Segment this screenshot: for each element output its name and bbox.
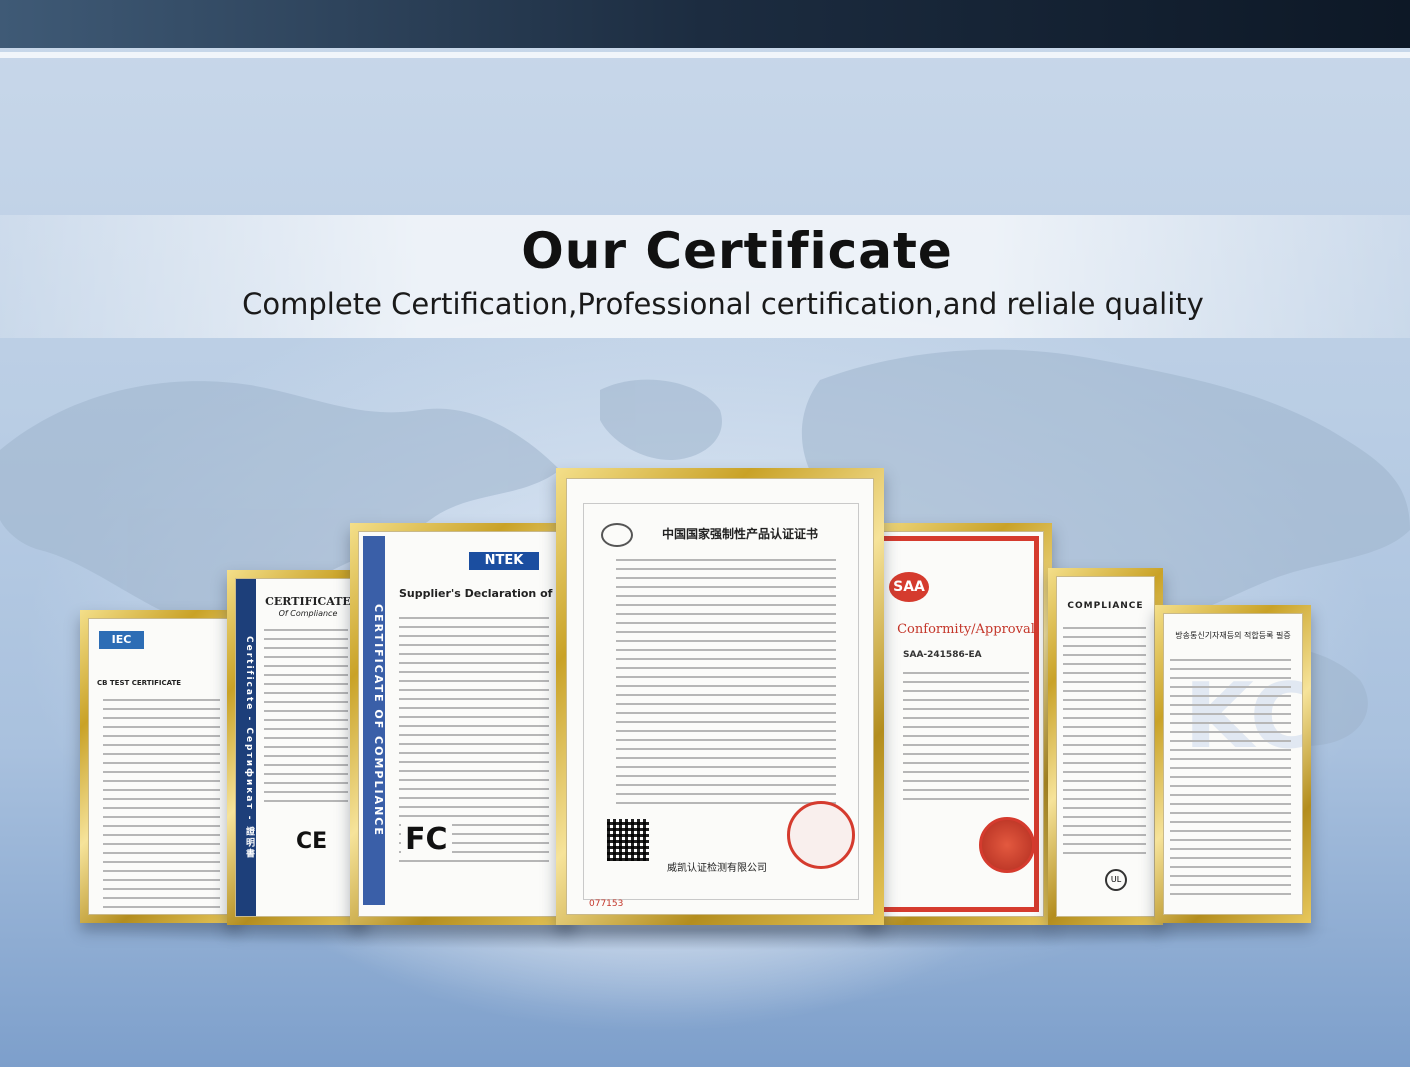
certificate-subheading: Of Compliance	[278, 609, 338, 618]
certificate-saa: SAA Conformity/Approval SAA-241586-EA	[868, 531, 1044, 917]
certificate-text-lines	[1170, 659, 1291, 902]
certificate-heading: 中国国家强制性产品认证证书	[661, 527, 818, 541]
ce-mark-icon: CE	[296, 829, 328, 854]
certificate-text-lines	[103, 699, 220, 914]
certificate-serial: 077153	[589, 899, 624, 909]
certificate-heading: CERTIFICATE	[265, 595, 351, 608]
certificate-ce: Certificate - Сертификат - 證明書 CERTIFICA…	[235, 578, 359, 917]
certificate-heading: Supplier's Declaration of Conformity	[399, 587, 566, 600]
certificate-fcc: CERTIFICATE OF COMPLIANCE NTEK Supplier'…	[358, 531, 567, 917]
fcc-logo-icon: FC	[401, 822, 452, 857]
certificate-frame-fcc[interactable]: CERTIFICATE OF COMPLIANCE NTEK Supplier'…	[350, 523, 575, 925]
certificate-side-band: Certificate - Сертификат - 證明書	[236, 579, 256, 916]
top-divider	[0, 52, 1410, 58]
certificate-heading: COMPLIANCE	[1067, 601, 1144, 611]
certificate-issuer: 威凯认证检测有限公司	[667, 863, 767, 874]
certificate-heading: Conformity/Approval	[897, 622, 1035, 637]
certificate-text-lines	[615, 559, 837, 811]
certificate-text-lines	[1063, 627, 1147, 861]
saa-logo: SAA	[889, 572, 929, 602]
top-navigation-bar	[0, 0, 1410, 48]
certificate-frame-saa[interactable]: SAA Conformity/Approval SAA-241586-EA	[860, 523, 1052, 925]
certificate-text-lines	[903, 672, 1030, 807]
certificate-frame-iecee[interactable]: IEC CB TEST CERTIFICATE	[80, 610, 240, 923]
qr-code-icon	[607, 819, 649, 861]
certificate-text-lines	[264, 629, 349, 809]
page-title: Our Certificate	[521, 222, 953, 280]
certificate-frame-kc[interactable]: 방송통신기자재등의 적합등록 필증 KC	[1155, 605, 1311, 923]
certificate-ccc: 中国国家强制性产品认证证书 威凯认证检测有限公司 077153	[566, 478, 874, 915]
iec-logo: IEC	[99, 631, 144, 649]
certificate-frame-ccc[interactable]: 中国国家强制性产品认证证书 威凯认证检测有限公司 077153	[556, 468, 884, 925]
page-subtitle: Complete Certification,Professional cert…	[242, 287, 1204, 321]
certificate-ul: COMPLIANCE UL	[1056, 576, 1155, 917]
ul-mark-icon: UL	[1105, 869, 1127, 891]
official-seal-icon	[787, 801, 855, 869]
certificate-iecee: IEC CB TEST CERTIFICATE	[88, 618, 232, 915]
certificate-frame-ul[interactable]: COMPLIANCE UL	[1048, 568, 1163, 925]
certificate-kc: 방송통신기자재등의 적합등록 필증 KC	[1163, 613, 1303, 915]
certified-seal-icon	[979, 817, 1035, 873]
certificate-heading: CB TEST CERTIFICATE	[97, 679, 182, 687]
certificate-frame-ce[interactable]: Certificate - Сертификат - 證明書 CERTIFICA…	[227, 570, 367, 925]
certificate-heading: 방송통신기자재등의 적합등록 필증	[1175, 631, 1291, 640]
certificate-number: SAA-241586-EA	[903, 650, 982, 660]
ntek-logo: NTEK	[469, 552, 539, 570]
certificate-side-band: CERTIFICATE OF COMPLIANCE	[363, 536, 385, 905]
